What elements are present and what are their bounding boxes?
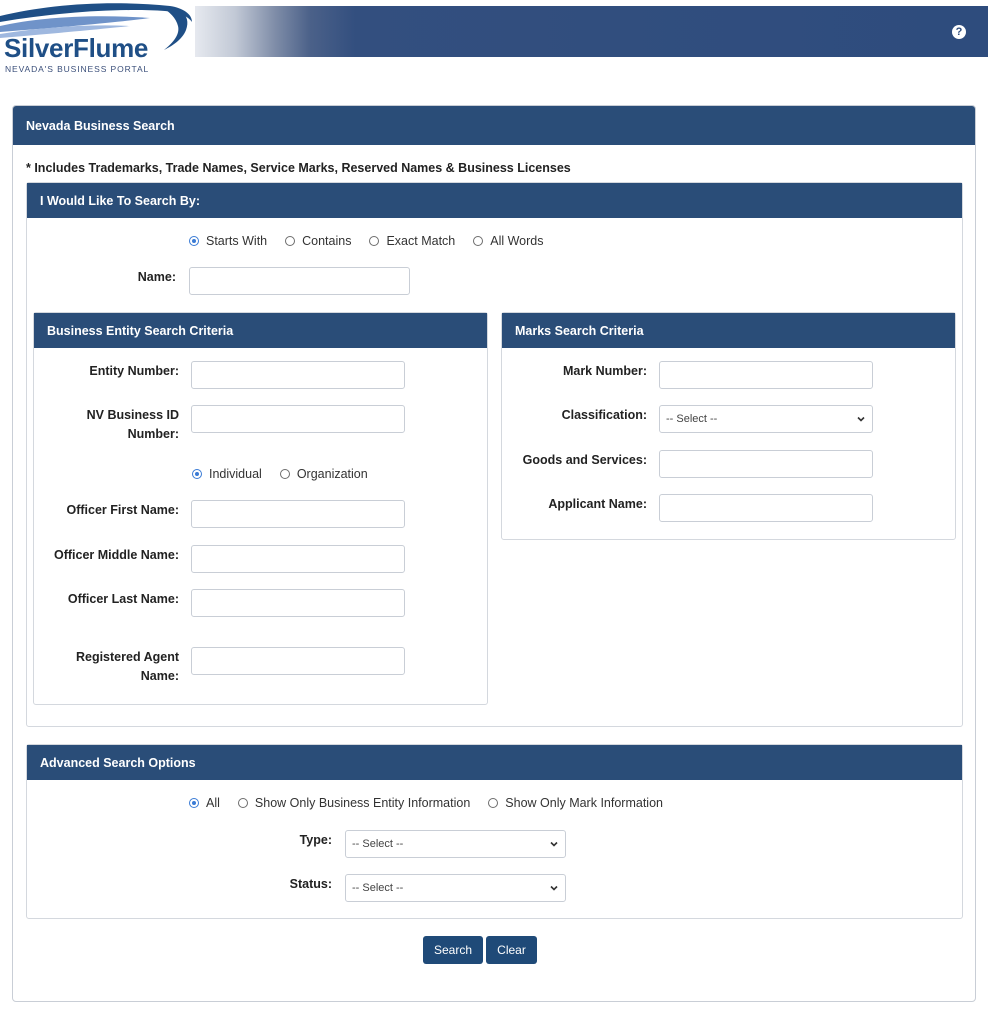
officer-type-radio-group: Individual Organization xyxy=(192,467,386,481)
radio-icon xyxy=(189,236,199,246)
radio-entity-only[interactable]: Show Only Business Entity Information xyxy=(237,796,471,810)
name-label: Name: xyxy=(137,270,176,284)
radio-icon xyxy=(369,236,380,246)
radio-label: Exact Match xyxy=(386,234,456,248)
clear-button[interactable]: Clear xyxy=(486,936,537,964)
entity-number-label: Entity Number: xyxy=(89,364,179,378)
search-note: * Includes Trademarks, Trade Names, Serv… xyxy=(26,161,571,175)
radio-contains[interactable]: Contains xyxy=(285,234,351,248)
officer-last-name-input[interactable] xyxy=(191,589,405,617)
applicant-name-input[interactable] xyxy=(659,494,873,522)
classification-label: Classification: xyxy=(561,408,647,422)
status-select[interactable]: -- Select -- xyxy=(345,874,566,902)
radio-organization[interactable]: Organization xyxy=(279,467,368,481)
radio-label: Show Only Business Entity Information xyxy=(254,796,471,810)
registered-agent-input[interactable] xyxy=(191,647,405,675)
registered-agent-label: Registered Agent Name: xyxy=(75,650,179,683)
mark-number-input[interactable] xyxy=(659,361,873,389)
chevron-down-icon xyxy=(857,416,865,422)
radio-label: Organization xyxy=(296,467,368,481)
type-label: Type: xyxy=(299,833,332,847)
header-banner xyxy=(195,6,988,57)
radio-label: Contains xyxy=(302,234,352,248)
name-input[interactable] xyxy=(189,267,410,295)
radio-individual[interactable]: Individual xyxy=(192,467,262,481)
page-title: Nevada Business Search xyxy=(13,106,975,145)
logo-wordmark[interactable]: SilverFlume xyxy=(4,33,148,63)
radio-starts-with[interactable]: Starts With xyxy=(189,234,267,248)
radio-all[interactable]: All xyxy=(189,796,220,810)
advanced-filter-radio-group: All Show Only Business Entity Informatio… xyxy=(189,796,681,810)
officer-middle-name-input[interactable] xyxy=(191,545,405,573)
marks-criteria-title: Marks Search Criteria xyxy=(502,313,955,348)
search-mode-radio-group: Starts With Contains Exact Match All Wor… xyxy=(189,234,562,248)
select-value: -- Select -- xyxy=(666,413,718,425)
status-label: Status: xyxy=(289,877,332,891)
logo-subtitle: NEVADA'S BUSINESS PORTAL xyxy=(5,64,150,74)
chevron-down-icon xyxy=(550,841,558,847)
radio-label: All Words xyxy=(490,234,544,248)
radio-label: Starts With xyxy=(206,234,268,248)
officer-last-name-label: Officer Last Name: xyxy=(67,592,179,606)
advanced-options-title: Advanced Search Options xyxy=(27,745,962,780)
question-circle-icon[interactable]: ? xyxy=(952,25,966,39)
radio-icon xyxy=(237,798,248,808)
chevron-down-icon xyxy=(550,885,558,891)
radio-icon xyxy=(473,236,484,246)
nv-business-id-input[interactable] xyxy=(191,405,405,433)
officer-first-name-label: Officer First Name: xyxy=(66,503,179,517)
officer-first-name-input[interactable] xyxy=(191,500,405,528)
radio-label: Show Only Mark Information xyxy=(505,796,663,810)
select-value: -- Select -- xyxy=(352,838,404,850)
radio-icon xyxy=(285,236,296,246)
entity-number-input[interactable] xyxy=(191,361,405,389)
radio-label: Individual xyxy=(209,467,262,481)
radio-icon xyxy=(488,798,499,808)
type-select[interactable]: -- Select -- xyxy=(345,830,566,858)
nv-business-id-label: NV Business ID Number: xyxy=(86,408,179,441)
radio-label: All xyxy=(206,796,220,810)
radio-icon xyxy=(192,469,202,479)
radio-mark-only[interactable]: Show Only Mark Information xyxy=(488,796,663,810)
radio-icon xyxy=(189,798,199,808)
classification-select[interactable]: -- Select -- xyxy=(659,405,873,433)
radio-icon xyxy=(279,469,290,479)
goods-services-label: Goods and Services: xyxy=(522,453,647,467)
radio-all-words[interactable]: All Words xyxy=(473,234,544,248)
applicant-name-label: Applicant Name: xyxy=(548,497,647,511)
mark-number-label: Mark Number: xyxy=(562,364,647,378)
goods-services-input[interactable] xyxy=(659,450,873,478)
select-value: -- Select -- xyxy=(352,882,404,894)
radio-exact-match[interactable]: Exact Match xyxy=(369,234,455,248)
search-button[interactable]: Search xyxy=(423,936,483,964)
entity-criteria-title: Business Entity Search Criteria xyxy=(34,313,487,348)
officer-middle-name-label: Officer Middle Name: xyxy=(53,548,179,562)
search-by-title: I Would Like To Search By: xyxy=(27,183,962,218)
